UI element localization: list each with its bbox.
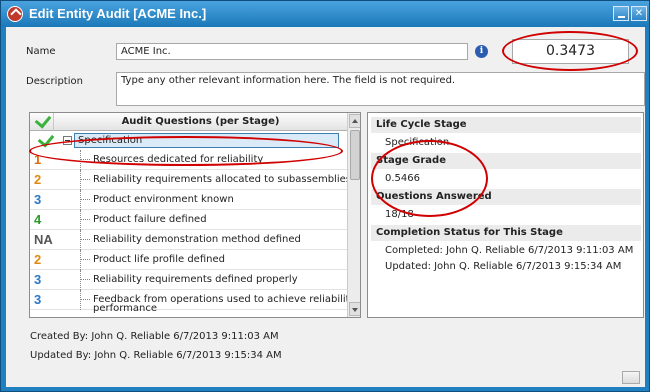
checkmark-icon — [37, 130, 55, 148]
checkmark-icon — [34, 113, 52, 129]
question-row[interactable]: NA Reliability demonstration method defin… — [30, 230, 347, 250]
description-label: Description — [26, 76, 83, 87]
stage-label: Specification — [74, 133, 339, 148]
tree-connector — [80, 190, 81, 210]
tree-branch — [80, 199, 90, 200]
grid-header: Audit Questions (per Stage) — [30, 113, 347, 131]
question-text: Product life profile defined — [93, 254, 225, 265]
created-by-text: Created By: John Q. Reliable 6/7/2013 9:… — [30, 331, 279, 342]
app-logo-icon — [7, 6, 23, 22]
updated-by-text: Updated By: John Q. Reliable 6/7/2013 9:… — [30, 350, 282, 361]
question-text: Reliability requirements defined properl… — [93, 274, 298, 285]
question-row[interactable]: 4 Product failure defined — [30, 210, 347, 230]
audit-questions-header[interactable]: Audit Questions (per Stage) — [54, 116, 347, 127]
stage-grade-value: 0.5466 — [385, 173, 420, 184]
scroll-up-icon[interactable] — [349, 114, 360, 128]
grade-value[interactable]: 2 — [34, 172, 54, 187]
questions-answered-value: 18/18 — [385, 209, 414, 220]
tree-branch — [80, 239, 90, 240]
question-row[interactable]: 2 Product life profile defined — [30, 250, 347, 270]
stage-grade-heading: Stage Grade — [371, 153, 641, 169]
description-field[interactable]: Type any other relevant information here… — [116, 72, 645, 106]
stage-details-panel: Life Cycle Stage Specification Stage Gra… — [367, 112, 644, 318]
grade-value[interactable]: NA — [34, 232, 54, 247]
tree-branch — [80, 179, 90, 180]
dialog-body: Name ACME Inc. i 0.3473 Description Type… — [6, 27, 645, 387]
stage-row-specification[interactable]: Specification — [30, 130, 347, 150]
name-label: Name — [26, 46, 56, 57]
grade-value[interactable]: 3 — [34, 192, 54, 207]
info-icon[interactable]: i — [475, 45, 488, 58]
scroll-down-icon[interactable] — [349, 302, 360, 316]
questions-answered-heading: Questions Answered — [371, 189, 641, 205]
updated-status: Updated: John Q. Reliable 6/7/2013 9:15:… — [385, 261, 622, 272]
edit-entity-audit-window: Edit Entity Audit [ACME Inc.] ✕ Name ACM… — [0, 0, 650, 392]
audit-questions-grid[interactable]: Audit Questions (per Stage) Specificatio… — [29, 112, 361, 318]
question-text: Product failure defined — [93, 214, 207, 225]
scrollbar-thumb[interactable] — [350, 130, 360, 180]
life-cycle-stage-heading: Life Cycle Stage — [371, 117, 641, 133]
completed-status: Completed: John Q. Reliable 6/7/2013 9:1… — [385, 245, 634, 256]
grade-value[interactable]: 2 — [34, 252, 54, 267]
grade-value[interactable]: 4 — [34, 212, 54, 227]
tree-connector — [80, 210, 81, 230]
tree-connector — [80, 250, 81, 270]
grade-value[interactable]: 3 — [34, 272, 54, 287]
question-row[interactable]: performance — [30, 303, 347, 317]
window-title: Edit Entity Audit [ACME Inc.] — [29, 6, 207, 21]
close-button[interactable]: ✕ — [631, 6, 647, 21]
grade-value[interactable]: 1 — [34, 152, 54, 167]
question-row[interactable]: 1 Resources dedicated for reliability — [30, 150, 347, 170]
tree-branch — [80, 299, 90, 300]
question-text: Product environment known — [93, 194, 234, 205]
question-text: performance — [93, 303, 158, 314]
question-text: Resources dedicated for reliability — [93, 154, 264, 165]
tree-connector — [80, 230, 81, 250]
tree-branch — [80, 259, 90, 260]
tree-connector — [80, 270, 81, 290]
tree-connector — [80, 150, 81, 170]
name-field[interactable]: ACME Inc. — [116, 43, 468, 60]
completion-status-heading: Completion Status for This Stage — [371, 225, 641, 241]
resize-grip-icon[interactable] — [622, 371, 640, 384]
grid-scrollbar[interactable] — [347, 113, 360, 317]
tree-branch — [80, 219, 90, 220]
tree-branch — [80, 279, 90, 280]
tree-branch — [80, 159, 90, 160]
question-text: Reliability requirements allocated to su… — [93, 174, 351, 185]
question-row[interactable]: 3 Product environment known — [30, 190, 347, 210]
question-row[interactable]: 3 Reliability requirements defined proper… — [30, 270, 347, 290]
status-column-header[interactable] — [30, 113, 54, 131]
tree-connector — [80, 170, 81, 190]
title-bar[interactable]: Edit Entity Audit [ACME Inc.] ✕ — [1, 1, 649, 27]
minimize-button[interactable] — [613, 6, 629, 21]
audit-score-display: 0.3473 — [512, 39, 629, 64]
collapse-toggle-icon[interactable] — [63, 136, 72, 145]
life-cycle-stage-value: Specification — [385, 137, 450, 148]
question-row[interactable]: 2 Reliability requirements allocated to s… — [30, 170, 351, 190]
question-text: Reliability demonstration method defined — [93, 234, 301, 245]
